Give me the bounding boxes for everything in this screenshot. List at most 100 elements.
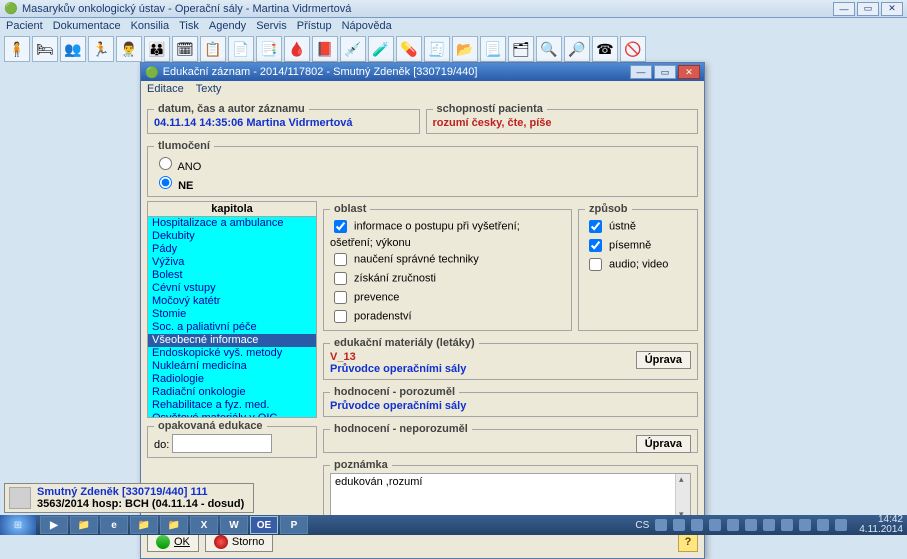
kapitola-item[interactable]: Radiační onkologie <box>148 386 316 399</box>
menu-konsilia[interactable]: Konsilia <box>131 20 170 32</box>
menu-dokumentace[interactable]: Dokumentace <box>53 20 121 32</box>
poznamka-textbox[interactable]: edukován ,rozumí <box>330 473 691 521</box>
taskbar-app-button[interactable]: W <box>220 516 248 534</box>
app-min-button[interactable]: — <box>833 2 855 16</box>
toolbar-button-11[interactable]: 📕 <box>312 36 338 62</box>
toolbar-button-22[interactable]: 🚫 <box>620 36 646 62</box>
kapitola-item[interactable]: Osvětové materiály v OIC <box>148 412 316 418</box>
tray-icon[interactable] <box>799 519 811 531</box>
kapitola-item[interactable]: Endoskopické vyš. metody <box>148 347 316 360</box>
kapitola-item[interactable]: Dekubity <box>148 230 316 243</box>
oblast-check[interactable]: naučení správné techniky <box>330 250 565 269</box>
toolbar-button-4[interactable]: 👨‍⚕️ <box>116 36 142 62</box>
tray-icon[interactable] <box>673 519 685 531</box>
taskbar-app-button[interactable]: 📁 <box>160 516 188 534</box>
kapitola-item[interactable]: Cévní vstupy <box>148 282 316 295</box>
dialog-min-button[interactable]: — <box>630 65 652 79</box>
tray-icon[interactable] <box>655 519 667 531</box>
dialog-close-button[interactable]: ✕ <box>678 65 700 79</box>
help-button[interactable]: ? <box>678 532 698 552</box>
dlg-menu-texty[interactable]: Texty <box>196 83 222 95</box>
toolbar-button-14[interactable]: 💊 <box>396 36 422 62</box>
toolbar-button-3[interactable]: 🏃 <box>88 36 114 62</box>
scrollbar[interactable] <box>675 474 690 520</box>
tray-icon[interactable] <box>763 519 775 531</box>
kapitola-item[interactable]: Výživa <box>148 256 316 269</box>
oblast-check[interactable]: informace o postupu při vyšetření; ošetř… <box>330 217 565 250</box>
tray-icon[interactable] <box>781 519 793 531</box>
menu-servis[interactable]: Servis <box>256 20 287 32</box>
toolbar-button-21[interactable]: ☎ <box>592 36 618 62</box>
dialog-max-button[interactable]: ▭ <box>654 65 676 79</box>
hodn-nep-uprava-button[interactable]: Úprava <box>636 435 691 453</box>
menu-agendy[interactable]: Agendy <box>209 20 246 32</box>
oblast-check[interactable]: prevence <box>330 288 565 307</box>
kapitola-item[interactable]: Soc. a paliativní péče <box>148 321 316 334</box>
lang-indicator[interactable]: CS <box>635 520 649 531</box>
toolbar-button-5[interactable]: 👪 <box>144 36 170 62</box>
menu-pacient[interactable]: Pacient <box>6 20 43 32</box>
app-max-button[interactable]: ▭ <box>857 2 879 16</box>
kapitola-item[interactable]: Radiologie <box>148 373 316 386</box>
menu-tisk[interactable]: Tisk <box>179 20 199 32</box>
toolbar-button-15[interactable]: 🧾 <box>424 36 450 62</box>
tray-icon[interactable] <box>745 519 757 531</box>
kapitola-item[interactable]: Pády <box>148 243 316 256</box>
toolbar-button-1[interactable]: 🛏 <box>32 36 58 62</box>
start-button[interactable]: ⊞ <box>0 515 36 535</box>
oblast-check[interactable]: poradenství <box>330 307 565 326</box>
ok-button[interactable]: OK <box>147 532 199 552</box>
do-input[interactable] <box>172 434 272 453</box>
tray-icon[interactable] <box>727 519 739 531</box>
toolbar-button-0[interactable]: 🧍 <box>4 36 30 62</box>
taskbar-clock[interactable]: 14:42 4.11.2014 <box>853 515 903 535</box>
taskbar-app-button[interactable]: X <box>190 516 218 534</box>
storno-button[interactable]: Storno <box>205 532 273 552</box>
taskbar-app-button[interactable]: OE <box>250 516 278 534</box>
taskbar-app-button[interactable]: 📁 <box>130 516 158 534</box>
materialy-uprava-button[interactable]: Úprava <box>636 351 691 369</box>
toolbar-button-7[interactable]: 📋 <box>200 36 226 62</box>
tray-icon[interactable] <box>817 519 829 531</box>
toolbar-button-16[interactable]: 📂 <box>452 36 478 62</box>
zpusob-check[interactable]: ústně <box>585 217 691 236</box>
kapitola-item[interactable]: Rehabilitace a fyz. med. <box>148 399 316 412</box>
app-close-button[interactable]: ✕ <box>881 2 903 16</box>
kapitola-item[interactable]: Všeobecné informace <box>148 334 316 347</box>
kapitola-list[interactable]: Hospitalizace a ambulanceDekubityPádyVýž… <box>147 216 317 418</box>
zpusob-check[interactable]: audio; video <box>585 255 691 274</box>
kapitola-item[interactable]: Hospitalizace a ambulance <box>148 217 316 230</box>
oblast-check[interactable]: získání zručnosti <box>330 269 565 288</box>
toolbar-button-6[interactable]: 🗓 <box>172 36 198 62</box>
toolbar-button-20[interactable]: 🔎 <box>564 36 590 62</box>
tray-icon[interactable] <box>709 519 721 531</box>
kapitola-item[interactable]: Nukleární medicína <box>148 360 316 373</box>
zpusob-check[interactable]: písemně <box>585 236 691 255</box>
toolbar-button-10[interactable]: 🩸 <box>284 36 310 62</box>
taskbar-app-button[interactable]: P <box>280 516 308 534</box>
toolbar-button-18[interactable]: 🗂 <box>508 36 534 62</box>
radio-ano[interactable]: ANO <box>154 154 681 173</box>
taskbar-app-button[interactable]: e <box>100 516 128 534</box>
toolbar-button-12[interactable]: 💉 <box>340 36 366 62</box>
dlg-menu-editace[interactable]: Editace <box>147 83 184 95</box>
tray-icon[interactable] <box>691 519 703 531</box>
taskbar-app-button[interactable]: 📁 <box>70 516 98 534</box>
kapitola-item[interactable]: Bolest <box>148 269 316 282</box>
toolbar-button-9[interactable]: 📑 <box>256 36 282 62</box>
clock-date: 4.11.2014 <box>859 525 903 535</box>
tray-icon[interactable] <box>835 519 847 531</box>
kapitola-item[interactable]: Močový katétr <box>148 295 316 308</box>
ok-label: OK <box>174 536 190 548</box>
radio-ne[interactable]: NE <box>154 173 681 192</box>
toolbar-button-13[interactable]: 🧪 <box>368 36 394 62</box>
toolbar-button-17[interactable]: 📃 <box>480 36 506 62</box>
toolbar-button-19[interactable]: 🔍 <box>536 36 562 62</box>
toolbar-button-2[interactable]: 👥 <box>60 36 86 62</box>
kapitola-item[interactable]: Stomie <box>148 308 316 321</box>
menu-napoveda[interactable]: Nápověda <box>342 20 392 32</box>
toolbar-button-8[interactable]: 📄 <box>228 36 254 62</box>
menu-pristup[interactable]: Přístup <box>297 20 332 32</box>
legend-hodn-nep: hodnocení - neporozuměl <box>330 423 472 435</box>
taskbar-app-button[interactable]: ▶ <box>40 516 68 534</box>
